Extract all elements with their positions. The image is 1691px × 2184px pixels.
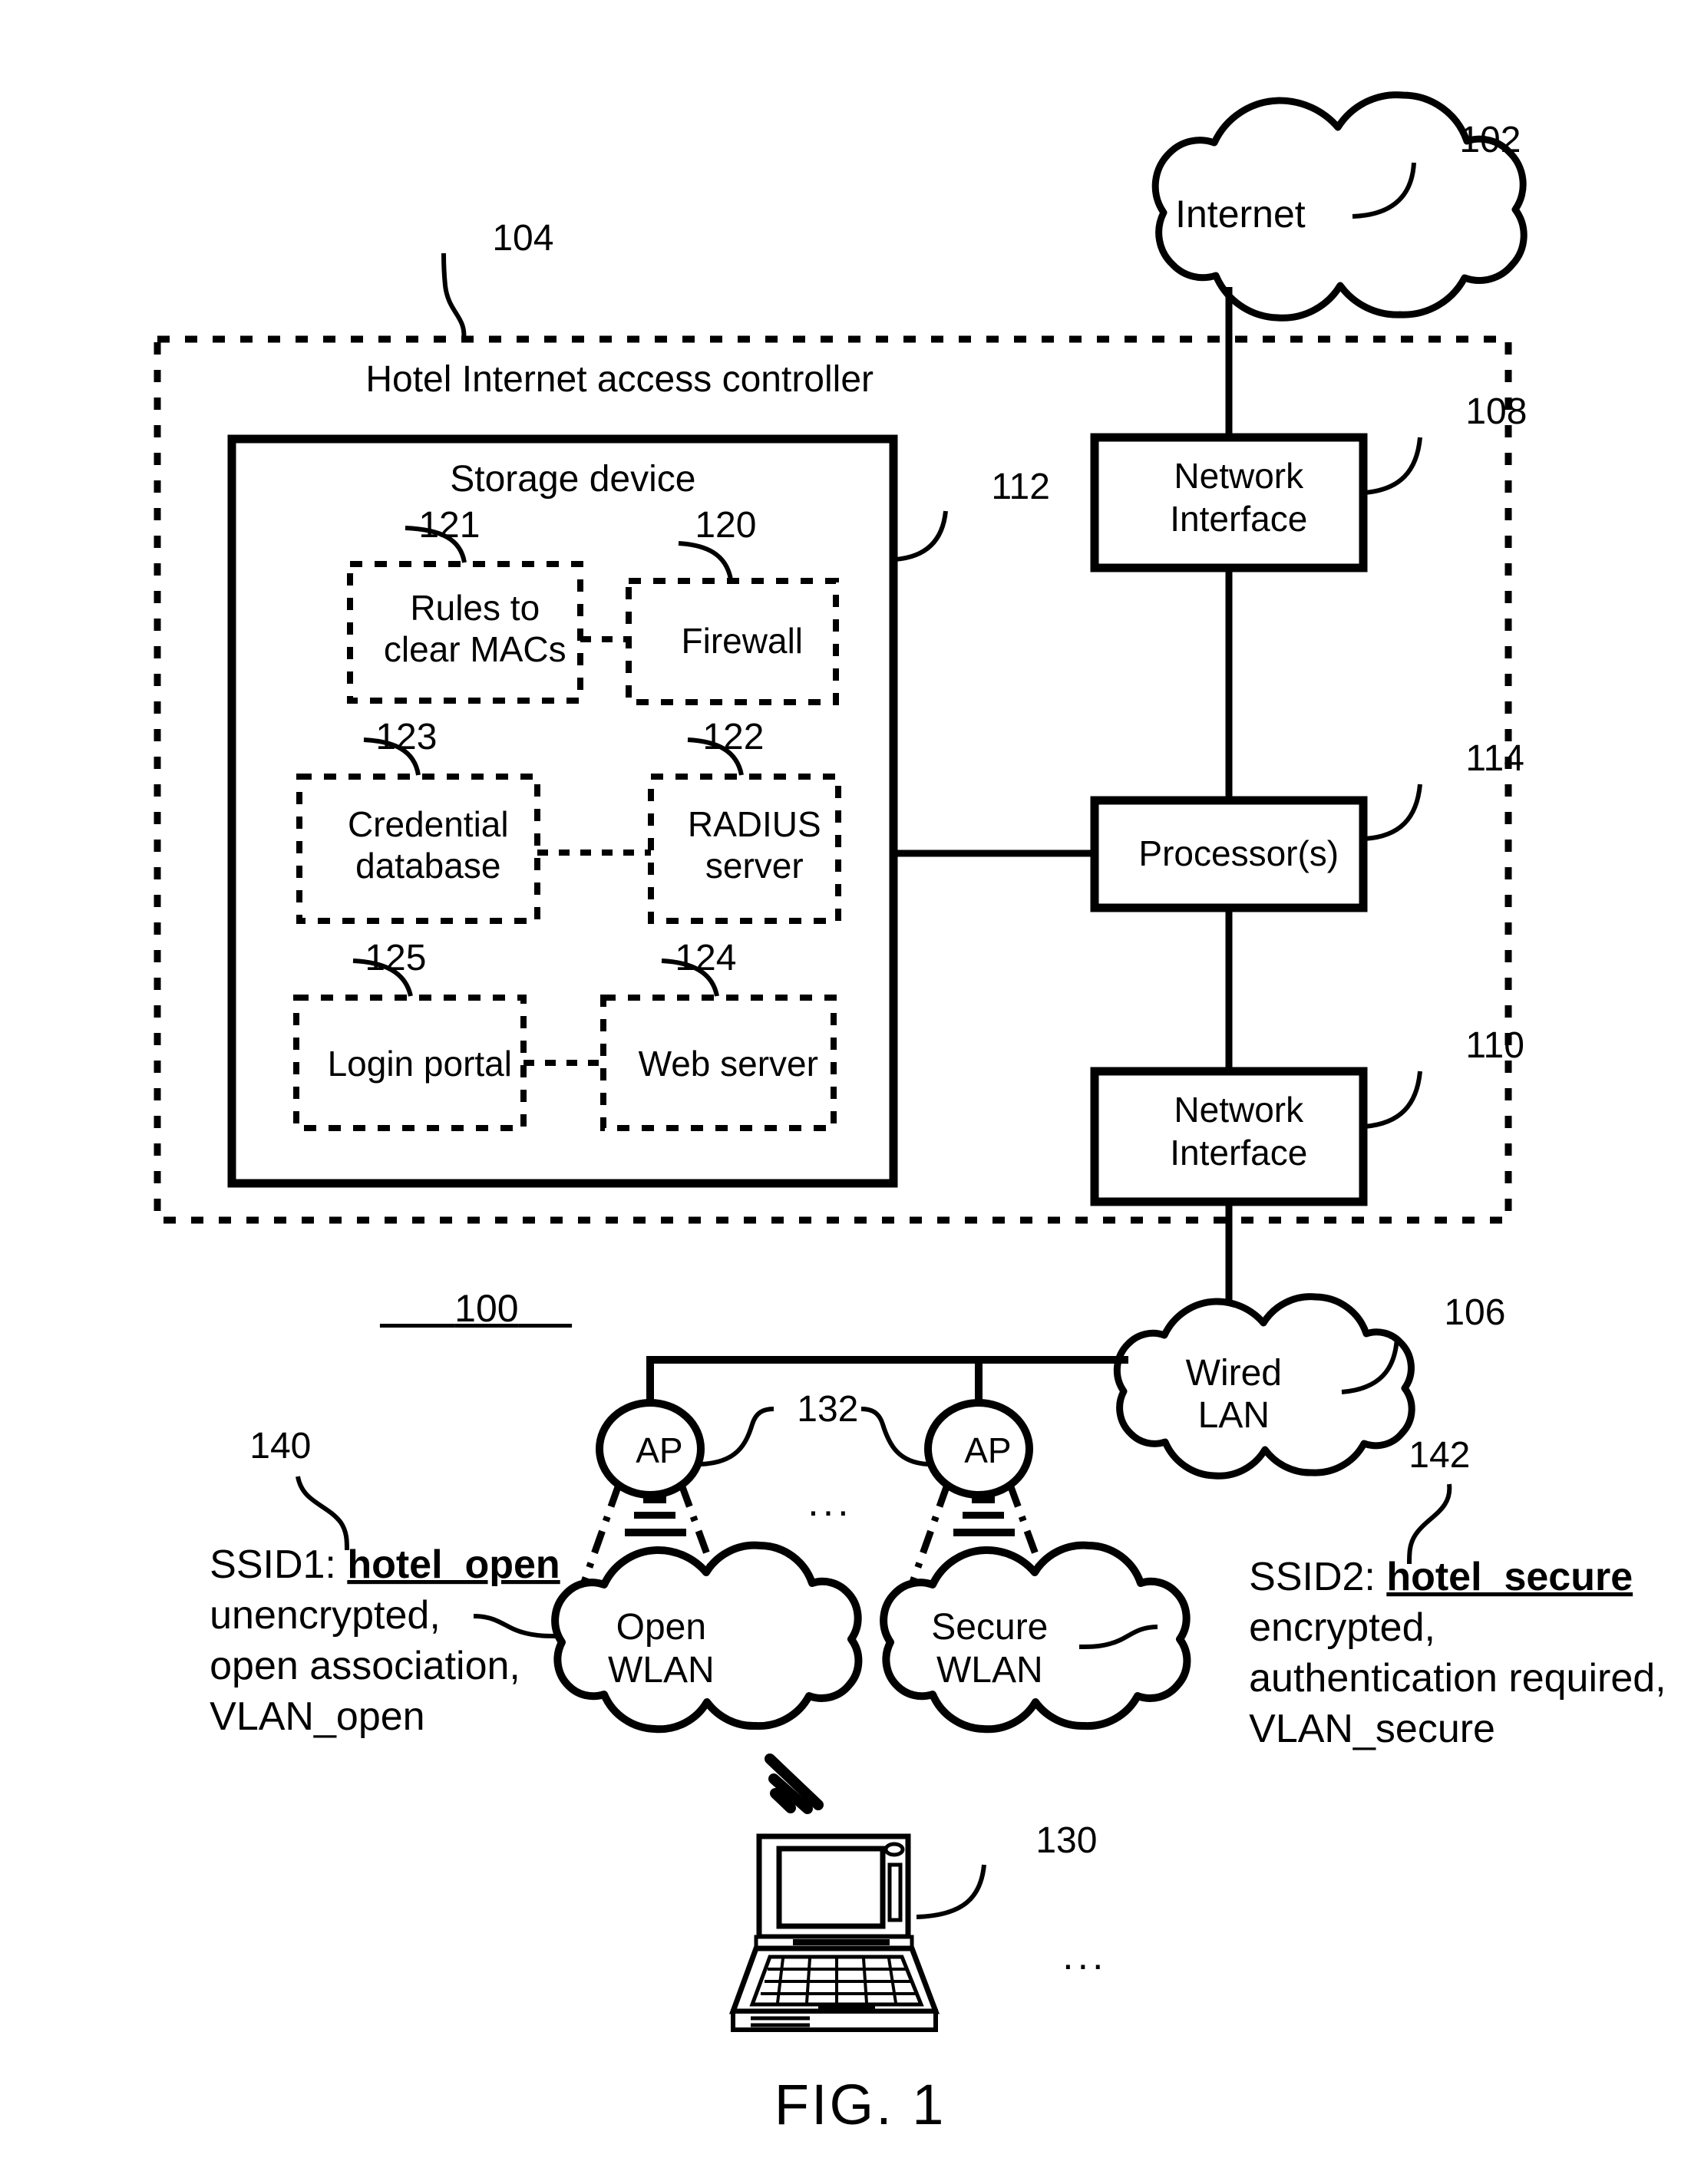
- module-ref-121: 121: [347, 505, 531, 546]
- ssid-open-ref: 140: [178, 1426, 362, 1466]
- processor-group: Processor(s) 114: [893, 738, 1576, 1071]
- secure-wlan-group: Secure WLAN: [860, 1541, 1191, 1734]
- network-interface-top-ref: 108: [1394, 391, 1578, 432]
- ssid-open-ref-leader: [296, 1476, 349, 1551]
- secure-wlan-label: Secure: [860, 1607, 1099, 1648]
- internet-cloud-group: Internet 102: [1101, 91, 1572, 437]
- patent-figure: Internet 102 Hotel Internet access contr…: [0, 0, 1691, 2184]
- wired-lan-ref: 106: [1372, 1292, 1557, 1333]
- module-label-login-portal: Login portal: [259, 1044, 561, 1084]
- module-label-radius-server-line2: server: [636, 846, 852, 886]
- open-wlan-label: Open: [544, 1607, 757, 1648]
- ssid-open-line3: open association,: [132, 1644, 576, 1688]
- network-interface-bottom-ref-leader: [1364, 1071, 1422, 1129]
- network-interface-top-label-line2: Interface: [1101, 499, 1356, 539]
- ap-ref: 132: [725, 1389, 910, 1430]
- module-label-web-server: Web server: [570, 1044, 867, 1084]
- system-ref-group: 100: [380, 1287, 572, 1330]
- ssid-secure-line4: VLAN_secure: [1171, 1707, 1551, 1751]
- module-label-rules-to-clear-macs: Rules to: [342, 588, 589, 628]
- module-label-firewall: Firewall: [613, 621, 852, 661]
- ssid-secure-prefix: SSID2:: [1249, 1555, 1386, 1599]
- radio-wave-icon-right: [953, 1496, 1015, 1536]
- client-laptop-group: 130 ...: [728, 1753, 1182, 2032]
- storage-device-title: Storage device: [378, 459, 747, 500]
- wired-lan-label: Wired: [1114, 1353, 1333, 1394]
- processor-ref: 114: [1394, 738, 1576, 779]
- controller-title: Hotel Internet access controller: [294, 359, 925, 400]
- ssid-secure-line3: authentication required,: [1171, 1656, 1691, 1701]
- module-ref-124: 124: [603, 938, 788, 978]
- laptop-side-slot: [887, 1862, 903, 1922]
- internet-label: Internet: [1101, 193, 1359, 236]
- radio-wave-icon-left: [625, 1496, 686, 1536]
- ssid-secure-name: hotel_secure: [1386, 1555, 1633, 1599]
- module-label-rules-to-clear-macs-line2: clear MACs: [315, 629, 615, 669]
- laptop-hinge-bar: [793, 1939, 890, 1945]
- controller-ref-leader: [441, 252, 467, 341]
- ssid-open-line2: unencrypted,: [132, 1593, 496, 1638]
- system-ref: 100: [380, 1287, 572, 1330]
- client-ref: 130: [964, 1820, 1148, 1861]
- laptop-screen: [776, 1846, 886, 1929]
- module-label-credential-database: Credential: [279, 804, 557, 844]
- network-interface-top-ref-leader: [1364, 437, 1422, 495]
- storage-device-group: Storage device 112 Rules to clear MACs 1…: [227, 434, 1101, 1188]
- wifi-signal-icon: [765, 1753, 824, 1814]
- module-ref-123: 123: [304, 717, 488, 757]
- module-ref-122: 122: [631, 717, 815, 757]
- ssid-open-group: 140 SSID1: hotel_open unencrypted, open …: [132, 1426, 616, 1739]
- ssid-secure-ref: 142: [1337, 1435, 1521, 1476]
- storage-ref: 112: [920, 467, 1101, 507]
- laptop-indicator-icon: [883, 1842, 905, 1857]
- network-interface-bottom-label: Network: [1105, 1090, 1352, 1130]
- ssid-secure-ref-leader: [1407, 1483, 1452, 1565]
- module-ref-125: 125: [293, 938, 477, 978]
- network-interface-bottom-group: Network Interface 110: [1090, 1025, 1576, 1318]
- module-ref-120: 120: [623, 505, 808, 546]
- ssid-secure-group: 142 SSID2: hotel_secure encrypted, authe…: [1078, 1435, 1691, 1751]
- ap-ellipsis: ...: [703, 1480, 927, 1525]
- ssid-secure-line2: encrypted,: [1171, 1605, 1491, 1650]
- ssid-open-name: hotel_open: [347, 1542, 560, 1587]
- network-interface-bottom-label-line2: Interface: [1101, 1133, 1356, 1173]
- wired-lan-label-line2: LAN: [1126, 1395, 1320, 1436]
- client-ref-leader: [916, 1864, 986, 1919]
- client-ellipsis: ...: [958, 1934, 1182, 1978]
- controller-ref: 104: [421, 218, 605, 259]
- ssid-open-prefix: SSID1:: [210, 1542, 347, 1587]
- ssid-secure-line1: SSID2: hotel_secure: [1171, 1555, 1688, 1599]
- storage-ref-leader: [894, 510, 948, 562]
- processor-ref-leader: [1364, 784, 1422, 841]
- secure-wlan-label-line2: WLAN: [865, 1650, 1095, 1691]
- module-label-credential-database-line2: database: [287, 846, 550, 886]
- processor-label: Processor(s): [1070, 833, 1388, 873]
- network-interface-top-label: Network: [1105, 456, 1352, 496]
- ssid-open-line1: SSID1: hotel_open: [132, 1542, 616, 1587]
- figure-caption: FIG. 1: [684, 2073, 1000, 2136]
- internet-ref: 102: [1388, 120, 1572, 160]
- network-interface-bottom-ref: 110: [1394, 1025, 1576, 1066]
- ssid-open-line4: VLAN_open: [132, 1694, 481, 1739]
- module-label-radius-server: RADIUS: [619, 804, 870, 844]
